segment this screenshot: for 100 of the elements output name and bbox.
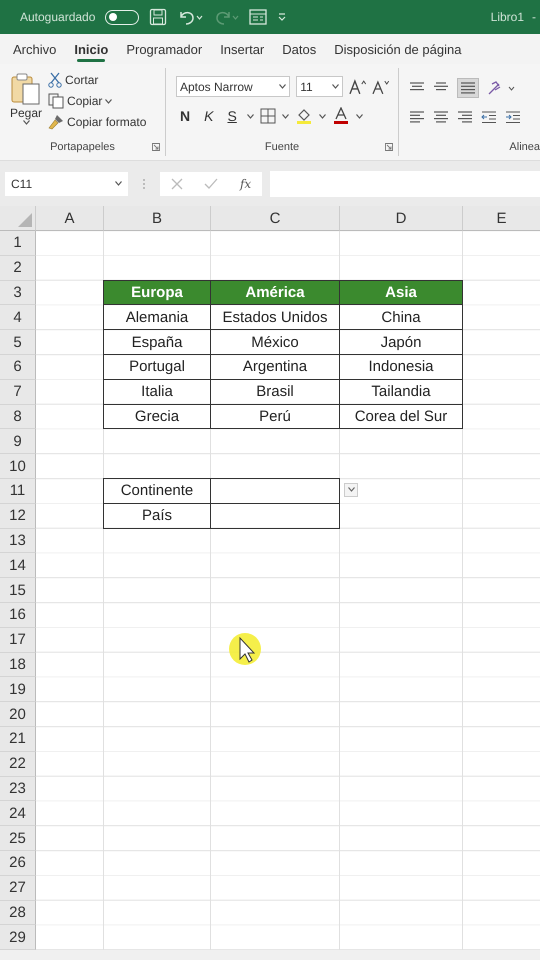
row-header[interactable]: 10: [0, 454, 36, 479]
cancel-icon: [170, 178, 183, 190]
format-painter-button[interactable]: Copiar formato: [48, 114, 146, 130]
row-header[interactable]: 21: [0, 726, 36, 752]
dialog-launcher-icon: [385, 143, 393, 151]
paste-button[interactable]: Pegar: [0, 68, 48, 138]
column-header[interactable]: E: [463, 206, 540, 231]
grip-icon: [142, 178, 146, 190]
copy-button[interactable]: Copiar: [48, 93, 146, 109]
select-all-icon: [18, 213, 32, 227]
caret-icon: [282, 114, 289, 118]
dropdown-button[interactable]: [344, 482, 358, 497]
align-center-icon: [433, 110, 449, 124]
row-header[interactable]: 1: [0, 231, 36, 256]
row-header[interactable]: 11: [0, 478, 36, 504]
ribbon-tab[interactable]: Insertar: [211, 36, 274, 62]
column-header[interactable]: A: [36, 206, 104, 231]
header-cell: América: [210, 280, 340, 306]
column-header[interactable]: D: [340, 206, 463, 231]
borders-icon: [260, 108, 276, 124]
row-header[interactable]: 25: [0, 826, 36, 851]
caret-icon: [356, 114, 363, 118]
grow-font-icon: [348, 78, 366, 94]
copy-icon: [48, 93, 64, 109]
caret-icon: [246, 114, 254, 118]
decrease-indent-icon: [481, 110, 497, 124]
row-header[interactable]: 29: [0, 925, 36, 950]
row-header[interactable]: 18: [0, 652, 36, 678]
row-header[interactable]: 13: [0, 528, 36, 554]
autosave-toggle[interactable]: [105, 10, 140, 24]
row-header[interactable]: 8: [0, 404, 36, 430]
row-header[interactable]: 3: [0, 280, 36, 306]
group-label: Portapapeles: [50, 141, 115, 153]
row-header[interactable]: 28: [0, 900, 36, 926]
font-size-dropdown[interactable]: 11: [296, 76, 343, 97]
header-cell: Europa: [103, 280, 211, 306]
row-header[interactable]: 24: [0, 801, 36, 826]
row-header[interactable]: 15: [0, 578, 36, 603]
align-bottom-icon: [460, 81, 476, 95]
autosave-label: Autoguardado: [20, 10, 96, 24]
row-header[interactable]: 20: [0, 702, 36, 727]
ribbon-tab[interactable]: Datos: [273, 36, 326, 62]
row-header[interactable]: 27: [0, 876, 36, 901]
row-header[interactable]: 19: [0, 677, 36, 702]
align-bottom-button[interactable]: [457, 78, 479, 98]
name-box[interactable]: C11: [5, 172, 128, 196]
row-header[interactable]: 2: [0, 256, 36, 281]
font-name-dropdown[interactable]: Aptos Narrow: [176, 76, 290, 97]
row-header[interactable]: 17: [0, 628, 36, 653]
caret-icon: [318, 114, 326, 118]
table-cell: País: [103, 502, 211, 529]
caret-icon: [22, 120, 30, 125]
customize-icon: [277, 12, 288, 22]
caret-icon: [115, 181, 122, 186]
orientation-icon: [487, 80, 517, 96]
row-header[interactable]: 4: [0, 305, 36, 330]
align-right-icon: [457, 110, 473, 124]
row-header[interactable]: 6: [0, 354, 36, 380]
group-label: Fuente: [264, 141, 300, 153]
row-header[interactable]: 7: [0, 380, 36, 405]
shrink-font-icon: [372, 78, 390, 94]
align-left-icon: [409, 110, 425, 124]
row-header[interactable]: 14: [0, 553, 36, 578]
form-icon: [249, 9, 268, 25]
column-header[interactable]: C: [211, 206, 340, 231]
bold-button[interactable]: N: [176, 108, 194, 124]
font-color-icon: [332, 107, 350, 125]
row-header[interactable]: 9: [0, 429, 36, 454]
italic-button[interactable]: K: [200, 108, 218, 124]
clipboard-icon: [11, 72, 42, 106]
caret-icon: [105, 98, 112, 104]
caret-icon: [332, 84, 339, 89]
row-header[interactable]: 12: [0, 504, 36, 529]
row-header[interactable]: 22: [0, 752, 36, 777]
caret-icon: [279, 84, 286, 89]
ribbon-tab[interactable]: Inicio: [65, 36, 118, 62]
row-header[interactable]: 16: [0, 602, 36, 628]
increase-indent-icon: [505, 110, 521, 124]
row-header[interactable]: 23: [0, 776, 36, 802]
ribbon-tab[interactable]: Archivo: [4, 36, 66, 62]
underline-button[interactable]: S: [223, 108, 241, 124]
fill-color-icon: [294, 107, 313, 125]
group-label: Alinea: [509, 141, 540, 153]
row-header[interactable]: 5: [0, 330, 36, 355]
ribbon-tab[interactable]: Disposición de página: [325, 36, 470, 62]
cursor-icon: [228, 632, 264, 668]
enter-icon: [204, 178, 218, 190]
file-name-suffix: -: [532, 10, 536, 24]
paintbrush-icon: [48, 114, 64, 130]
save-icon: [149, 8, 168, 26]
ribbon-tab[interactable]: Programador: [117, 36, 212, 62]
table-cell: Continente: [103, 478, 211, 504]
caret-icon: [348, 487, 354, 492]
row-header[interactable]: 26: [0, 850, 36, 876]
dialog-launcher-icon: [152, 143, 160, 151]
table-cell: Corea del Sur: [339, 404, 463, 430]
insert-function-button[interactable]: fx: [240, 176, 252, 190]
column-header[interactable]: B: [104, 206, 211, 231]
cut-button[interactable]: Cortar: [48, 72, 146, 88]
scissors-icon: [48, 72, 62, 88]
